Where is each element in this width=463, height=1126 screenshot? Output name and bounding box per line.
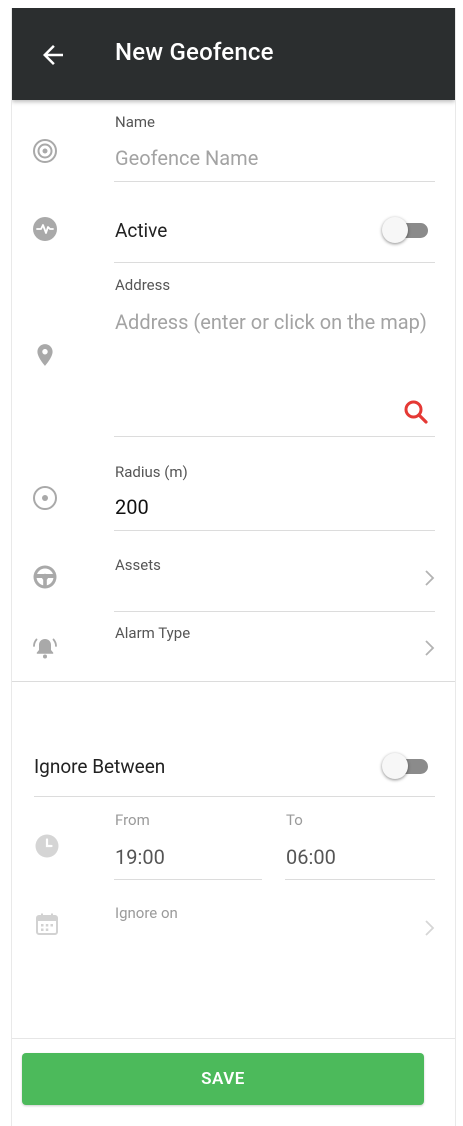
ignore-on-label[interactable]: Ignore on [115,904,178,922]
assets-label[interactable]: Assets [115,556,161,574]
bell-alarm-icon [32,635,58,661]
footer-divider [12,1038,455,1039]
page-title: New Geofence [115,38,274,66]
to-underline [285,879,435,880]
radius-label: Radius (m) [115,463,188,481]
active-divider [114,262,435,263]
active-toggle[interactable] [382,217,432,243]
address-input[interactable]: Address (enter or click on the map) [115,306,435,338]
activity-pulse-icon [32,216,58,242]
map-pin-icon [32,342,58,368]
assets-chevron-icon[interactable] [422,568,438,588]
save-button[interactable]: SAVE [22,1053,424,1105]
arrow-left-icon [43,45,63,65]
name-label: Name [115,113,155,131]
name-underline [114,181,435,182]
back-button[interactable] [38,40,68,70]
alarm-type-label[interactable]: Alarm Type [115,624,190,642]
ignore-between-toggle[interactable] [382,753,432,779]
clock-icon [34,833,60,859]
geofence-form-screen: New Geofence Name Geofence Name Active A… [11,8,456,1126]
app-bar: New Geofence [12,8,455,100]
radius-underline [114,530,435,531]
geofence-target-icon [32,138,58,164]
ignore-between-toggle-knob [382,753,408,779]
radius-dot-icon [32,485,58,511]
search-icon[interactable] [402,398,430,426]
section-divider [12,681,455,682]
assets-divider [114,611,435,612]
ignore-on-chevron-icon[interactable] [422,918,438,938]
to-label: To [286,811,303,829]
from-label: From [115,811,150,829]
active-toggle-knob [382,217,408,243]
address-label: Address [115,276,171,294]
ignore-between-label: Ignore Between [34,755,166,778]
radius-input[interactable]: 200 [115,495,149,519]
from-underline [114,879,262,880]
alarm-type-chevron-icon[interactable] [422,638,438,658]
address-underline [114,436,435,437]
active-label: Active [115,219,168,242]
steering-wheel-icon [32,564,58,590]
ignore-between-divider [34,796,435,797]
calendar-icon [34,911,60,937]
to-time-input[interactable]: 06:00 [286,845,336,869]
from-time-input[interactable]: 19:00 [115,845,165,869]
name-input[interactable]: Geofence Name [115,142,258,174]
